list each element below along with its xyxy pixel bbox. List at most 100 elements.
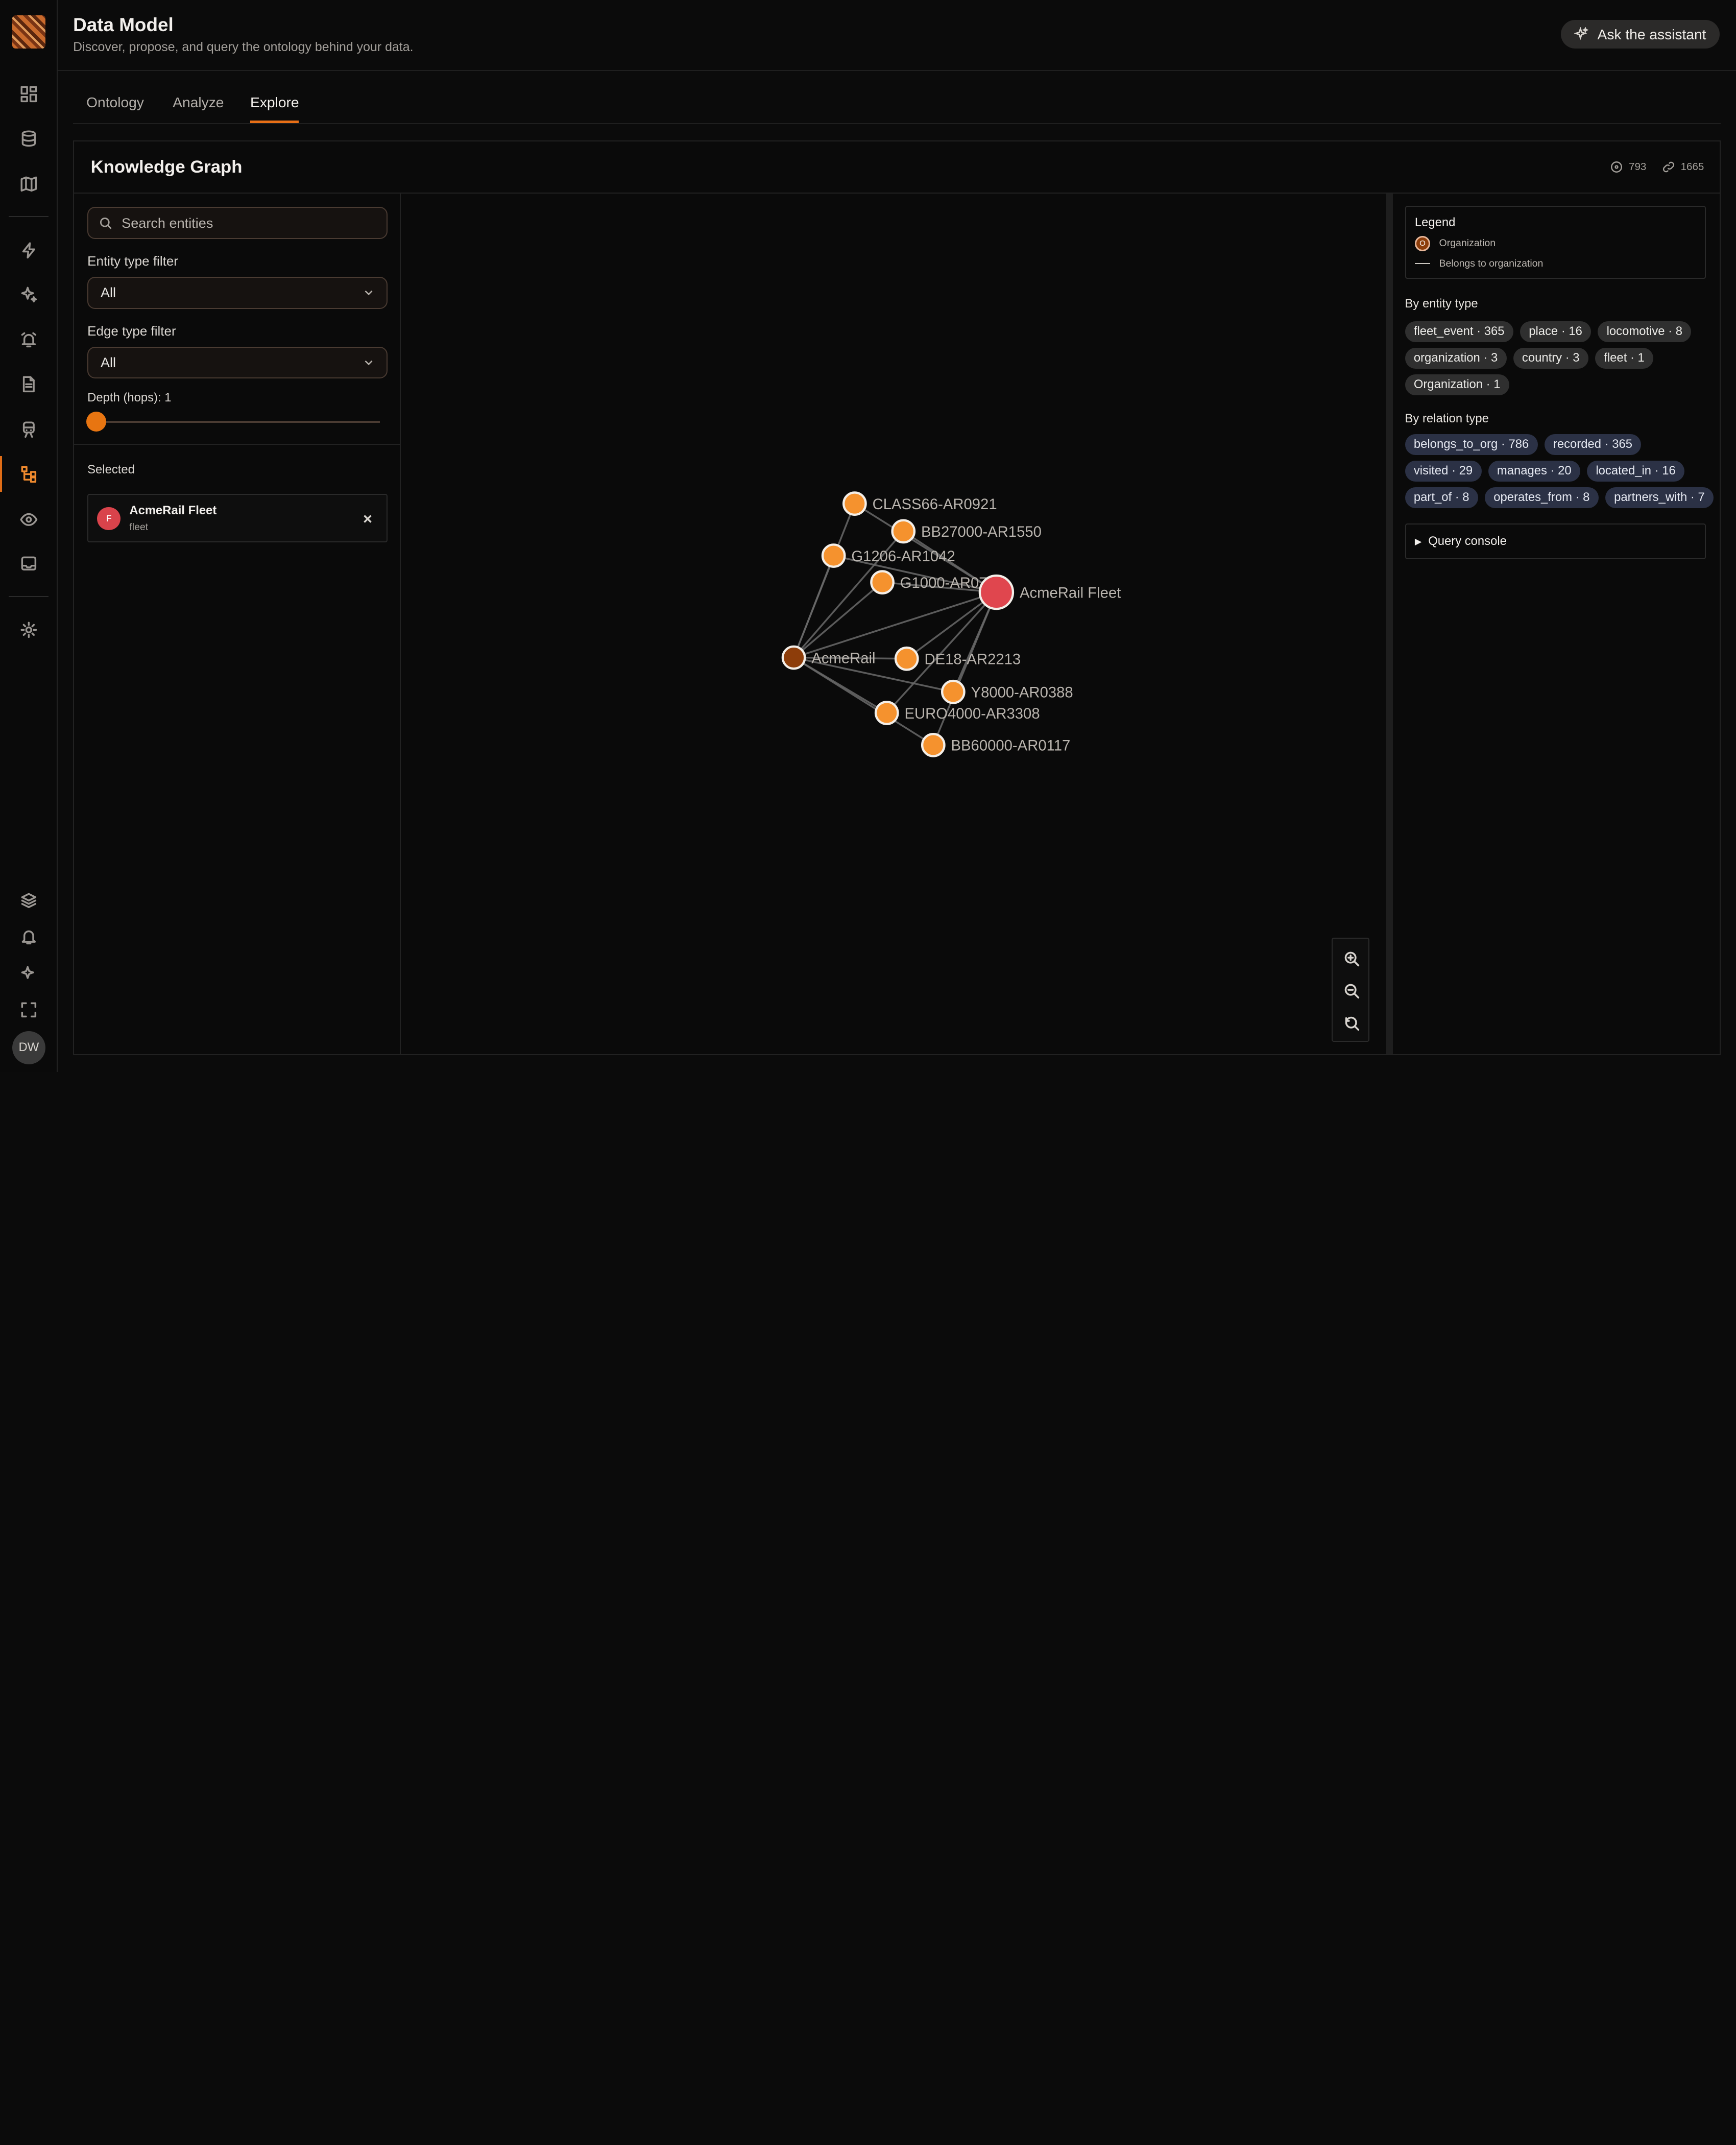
rail-divider [9, 216, 49, 217]
legend-edge-row: Belongs to organization [1414, 257, 1544, 270]
chevron-down-icon [365, 291, 373, 296]
page-header: Data Model Discover, propose, and query … [57, 0, 1736, 71]
graph-node-bb27000-ar1550[interactable] [891, 519, 916, 544]
selected-entity-name: AcmeRail Fleet [129, 504, 217, 518]
tab-bar: Ontology Analyze Explore [73, 71, 1721, 124]
chevron-down-icon [365, 360, 373, 366]
graph-node-y8000-ar0388[interactable] [941, 680, 966, 704]
graph-node-label: BB27000-AR1550 [921, 524, 1042, 540]
insights-panel: Legend O Organization Belongs to organiz… [1393, 194, 1721, 1054]
graph-node-label: AcmeRail Fleet [1020, 585, 1121, 602]
user-avatar[interactable]: DW [12, 1031, 45, 1064]
fullscreen-icon[interactable] [15, 997, 42, 1023]
tab-ontology[interactable]: Ontology [86, 94, 144, 111]
query-console-toggle[interactable]: ▶ Query console [1405, 523, 1706, 559]
dashboard-icon[interactable] [15, 81, 42, 107]
reset-zoom-icon[interactable] [1343, 1014, 1361, 1032]
tab-analyze[interactable]: Analyze [173, 94, 224, 111]
close-icon[interactable] [361, 510, 374, 523]
legend-node-swatch: O [1414, 235, 1431, 251]
entity-chip[interactable]: Organization · 1 [1405, 374, 1509, 395]
selected-label: Selected [87, 463, 135, 477]
selected-entity[interactable]: F AcmeRail Fleet fleet [87, 493, 388, 543]
database-icon[interactable] [15, 125, 42, 152]
graph-node-label: G1206-AR1042 [851, 549, 955, 565]
edge-type-select[interactable]: All [87, 346, 388, 379]
legend-title: Legend [1414, 216, 1456, 230]
ask-assistant-button[interactable]: Ask the assistant [1561, 20, 1720, 49]
search-box[interactable] [87, 207, 388, 240]
node-count: 793 [1629, 161, 1647, 173]
entity-chip[interactable]: organization · 3 [1405, 347, 1507, 369]
graph-node-bb60000-ar0117[interactable] [921, 733, 946, 757]
graph-node-euro4000-ar3308[interactable] [874, 701, 899, 726]
entity-chip[interactable]: country · 3 [1513, 347, 1588, 369]
edge-type-filter-label: Edge type filter [87, 323, 176, 339]
graph-node-label: DE18-AR2213 [924, 652, 1021, 668]
lightning-icon[interactable] [15, 237, 42, 264]
legend-edge-label: Belongs to organization [1439, 257, 1544, 269]
zoom-controls [1332, 938, 1370, 1042]
eye-icon[interactable] [15, 506, 42, 533]
inbox-icon[interactable] [15, 551, 42, 577]
gear-icon[interactable] [15, 617, 42, 644]
bell-icon[interactable] [15, 923, 42, 950]
graph-node-label: Y8000-AR0388 [971, 685, 1073, 701]
graph-icon[interactable] [15, 461, 42, 487]
sparkles-icon[interactable] [15, 281, 42, 308]
entity-chip[interactable]: place · 16 [1520, 321, 1592, 342]
graph-node-label: EURO4000-AR3308 [904, 706, 1040, 722]
graph-edge [793, 657, 934, 746]
relation-type-heading: By relation type [1405, 412, 1489, 426]
page-subtitle: Discover, propose, and query the ontolog… [73, 40, 414, 55]
graph-node-class66-ar0921[interactable] [842, 491, 867, 516]
edge-count-stat: 1665 [1662, 160, 1704, 174]
knowledge-graph-card: Knowledge Graph 793 1665 Entity type fil… [73, 140, 1721, 1056]
app-logo[interactable] [12, 15, 45, 49]
train-icon[interactable] [15, 416, 42, 443]
document-icon[interactable] [15, 371, 42, 397]
entity-chip[interactable]: fleet · 1 [1595, 347, 1654, 369]
relation-chip[interactable]: part_of · 8 [1405, 487, 1478, 509]
graph-node-acmerail-fleet[interactable] [978, 575, 1015, 610]
rail-active-indicator [0, 456, 3, 492]
edge-count: 1665 [1680, 161, 1704, 173]
graph-node-g1000-ar0704[interactable] [870, 570, 895, 595]
depth-slider-handle[interactable] [86, 412, 106, 432]
relation-chip[interactable]: belongs_to_org · 786 [1405, 434, 1538, 455]
legend: Legend O Organization Belongs to organiz… [1405, 206, 1706, 279]
graph-node-acmerail[interactable] [781, 645, 806, 670]
entity-type-select[interactable]: All [87, 276, 388, 309]
graph-node-label: AcmeRail [811, 651, 875, 667]
zoom-out-icon[interactable] [1343, 982, 1361, 1000]
relation-chip[interactable]: partners_with · 7 [1605, 487, 1714, 509]
graph-node-g1206-ar1042[interactable] [821, 543, 846, 568]
page-title: Data Model [73, 14, 174, 36]
relation-chip[interactable]: recorded · 365 [1544, 434, 1642, 455]
search-input[interactable] [122, 214, 366, 231]
entity-chip[interactable]: fleet_event · 365 [1405, 321, 1513, 342]
layers-icon[interactable] [15, 887, 42, 914]
sparkles-small-icon[interactable] [15, 960, 42, 987]
graph-canvas[interactable]: CLASS66-AR0921 BB27000-AR1550 G1206-AR1042… [401, 194, 1383, 1055]
legend-node-label: Organization [1439, 237, 1496, 249]
graph-svg[interactable]: CLASS66-AR0921 BB27000-AR1550 G1206-AR1042… [402, 194, 1383, 1054]
relation-chip[interactable]: located_in · 16 [1587, 460, 1685, 482]
map-icon[interactable] [15, 171, 42, 197]
caret-right-icon: ▶ [1414, 536, 1422, 546]
ask-assistant-label: Ask the assistant [1597, 26, 1706, 42]
resize-handle[interactable] [1386, 194, 1393, 1055]
zoom-in-icon[interactable] [1343, 950, 1361, 968]
entity-type-value: All [100, 284, 116, 301]
app-root: DW Data Model Discover, propose, and que… [0, 0, 1736, 1072]
rail-divider [9, 595, 49, 597]
graph-node-de18-ar2213[interactable] [894, 647, 919, 671]
card-header: Knowledge Graph 793 1665 [74, 141, 1720, 194]
alarm-icon[interactable] [15, 327, 42, 353]
relation-chip[interactable]: manages · 20 [1488, 460, 1580, 482]
depth-slider-track[interactable] [95, 420, 380, 423]
relation-chip[interactable]: visited · 29 [1405, 460, 1482, 482]
entity-chip[interactable]: locomotive · 8 [1598, 321, 1692, 342]
relation-chip[interactable]: operates_from · 8 [1484, 487, 1599, 509]
tab-explore[interactable]: Explore [250, 94, 299, 111]
